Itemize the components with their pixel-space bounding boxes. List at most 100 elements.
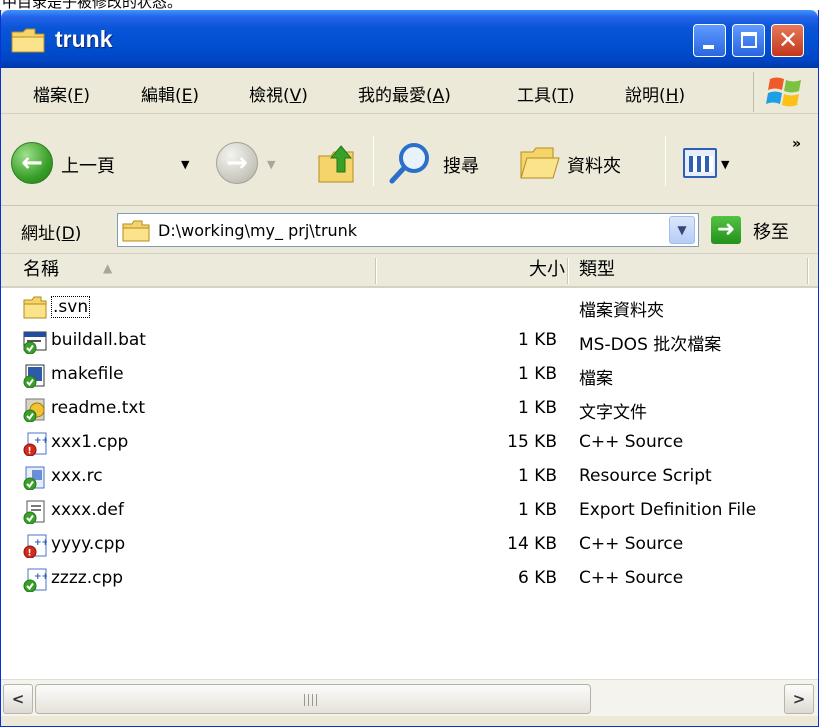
forward-arrow-icon: → xyxy=(226,148,248,178)
file-row[interactable]: makefile 1 KB 檔案 xyxy=(1,358,818,392)
scroll-thumb[interactable] xyxy=(35,684,591,714)
sort-ascending-icon: ▲ xyxy=(103,261,113,275)
file-name: readme.txt xyxy=(51,398,146,418)
scroll-right-button[interactable]: > xyxy=(784,684,814,714)
file-row[interactable]: ++! xxx1.cpp 15 KB C++ Source xyxy=(1,426,818,460)
forward-dropdown-icon[interactable]: ▼ xyxy=(267,158,275,171)
go-button-icon[interactable]: ➜ xyxy=(711,216,741,244)
file-size: 14 KB xyxy=(507,534,557,554)
column-divider[interactable] xyxy=(567,258,569,284)
column-header-name[interactable]: 名稱 xyxy=(23,254,59,286)
close-icon: ✕ xyxy=(777,26,799,54)
toolbar-separator xyxy=(665,136,666,186)
menu-tools-key: T xyxy=(557,86,569,106)
back-dropdown-icon[interactable]: ▼ xyxy=(181,158,189,171)
menu-file[interactable]: 檔案(F) xyxy=(33,81,90,106)
file-list-view[interactable]: 名稱 ▲ 大小 類型 .svn 檔案資料夾 buildall.bat 1 KB MS-D… xyxy=(1,254,818,679)
title-bar[interactable]: trunk ✕ xyxy=(1,10,818,68)
file-type: C++ Source xyxy=(579,568,684,588)
file-name: yyyy.cpp xyxy=(51,534,126,554)
search-icon[interactable] xyxy=(387,140,433,186)
def-file-icon xyxy=(23,500,45,524)
file-row[interactable]: xxx.rc 1 KB Resource Script xyxy=(1,460,818,494)
back-button[interactable]: ← xyxy=(11,142,53,184)
file-type: C++ Source xyxy=(579,432,684,452)
svg-text:!: ! xyxy=(28,447,32,457)
file-name: .svn xyxy=(51,296,91,318)
file-name: zzzz.cpp xyxy=(51,568,124,588)
maximize-button[interactable] xyxy=(732,24,765,57)
maximize-icon xyxy=(741,32,757,48)
address-label: 網址(D) xyxy=(21,224,82,244)
chevron-down-icon: ▼ xyxy=(677,223,687,237)
file-row[interactable]: buildall.bat 1 KB MS-DOS 批次檔案 xyxy=(1,324,818,358)
window-title: trunk xyxy=(55,26,113,52)
views-dropdown-icon[interactable]: ▼ xyxy=(721,158,729,171)
menu-help[interactable]: 說明(H) xyxy=(625,81,685,106)
generic-file-icon xyxy=(23,364,45,388)
file-row[interactable]: .svn 檔案資料夾 xyxy=(1,290,818,324)
file-type: MS-DOS 批次檔案 xyxy=(579,335,722,355)
toolbar-overflow-chevron[interactable]: » xyxy=(792,136,801,152)
views-grid-icon xyxy=(689,156,713,172)
folders-label[interactable]: 資料夾 xyxy=(567,152,621,178)
address-bar: 網址(D) D:\working\my_ prj\trunk ▼ ➜ 移至 xyxy=(1,206,818,254)
column-divider[interactable] xyxy=(375,258,377,284)
file-size: 1 KB xyxy=(517,364,557,384)
views-icon[interactable] xyxy=(683,148,717,178)
column-header-size[interactable]: 大小 xyxy=(505,254,565,286)
folder-icon xyxy=(11,28,45,53)
file-row[interactable]: ++ zzzz.cpp 6 KB C++ Source xyxy=(1,562,818,596)
horizontal-scrollbar[interactable]: < > xyxy=(1,679,818,716)
address-label-text: 網址 xyxy=(21,224,55,244)
file-row[interactable]: xxxx.def 1 KB Export Definition File xyxy=(1,494,818,528)
menu-tools-label: 工具 xyxy=(517,86,551,106)
cpp-file-modified-icon: ++! xyxy=(23,534,47,558)
menu-favorites-label: 我的最愛 xyxy=(358,86,426,106)
cpp-file-icon: ++ xyxy=(23,568,47,592)
file-row[interactable]: ++! yyyy.cpp 14 KB C++ Source xyxy=(1,528,818,562)
column-divider[interactable] xyxy=(807,258,809,284)
file-name: xxx1.cpp xyxy=(51,432,129,452)
file-type: Resource Script xyxy=(579,466,712,486)
file-type: Export Definition File xyxy=(579,500,757,520)
file-name: makefile xyxy=(51,364,124,384)
menu-view[interactable]: 檢視(V) xyxy=(249,81,308,106)
up-folder-icon[interactable] xyxy=(317,142,357,186)
address-input[interactable]: D:\working\my_ prj\trunk xyxy=(117,213,699,247)
menu-favorites[interactable]: 我的最愛(A) xyxy=(358,81,451,106)
menu-bar: 檔案(F) 編輯(E) 檢視(V) 我的最愛(A) 工具(T) 說明(H) xyxy=(1,68,818,114)
file-type: 檔案 xyxy=(579,369,613,389)
scroll-left-button[interactable]: < xyxy=(3,684,33,714)
menu-help-label: 說明 xyxy=(625,86,659,106)
column-headers: 名稱 ▲ 大小 類型 xyxy=(1,254,818,288)
menu-file-label: 檔案 xyxy=(33,86,67,106)
menu-edit-label: 編輯 xyxy=(141,86,175,106)
scroll-grip-icon xyxy=(304,694,320,706)
menu-favorites-key: A xyxy=(432,86,445,106)
search-label[interactable]: 搜尋 xyxy=(443,152,479,178)
explorer-window: trunk ✕ 檔案(F) 編輯(E) 檢視(V) 我的最愛(A) 工具(T) … xyxy=(0,10,819,727)
menu-help-key: H xyxy=(665,86,679,106)
text-file-icon xyxy=(23,398,45,422)
folders-icon[interactable] xyxy=(519,144,561,182)
folder-icon xyxy=(23,296,47,319)
menu-tools[interactable]: 工具(T) xyxy=(517,81,575,106)
menu-edit[interactable]: 編輯(E) xyxy=(141,81,199,106)
forward-button[interactable]: → xyxy=(216,142,258,184)
column-header-type[interactable]: 類型 xyxy=(579,254,615,286)
address-path: D:\working\my_ prj\trunk xyxy=(158,221,358,240)
back-arrow-icon: ← xyxy=(21,148,43,178)
file-row[interactable]: readme.txt 1 KB 文字文件 xyxy=(1,392,818,426)
menu-file-key: F xyxy=(73,86,84,106)
toolbar: ← 上一頁 ▼ → ▼ 搜尋 資料夾 ▼ » xyxy=(1,114,818,206)
address-dropdown-button[interactable]: ▼ xyxy=(669,216,695,244)
resource-file-icon xyxy=(23,466,45,490)
close-button[interactable]: ✕ xyxy=(771,24,804,57)
file-size: 1 KB xyxy=(517,500,557,520)
file-size: 15 KB xyxy=(507,432,557,452)
minimize-button[interactable] xyxy=(693,24,726,57)
toolbar-separator xyxy=(373,136,374,186)
svg-text:++: ++ xyxy=(34,436,47,446)
go-label[interactable]: 移至 xyxy=(753,218,789,244)
